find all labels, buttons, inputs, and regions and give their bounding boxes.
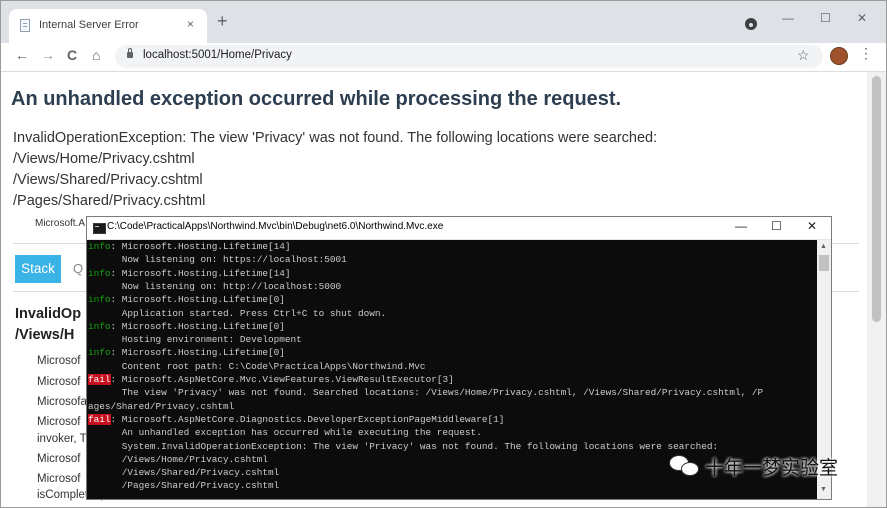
console-line-text: : Microsoft.Hosting.Lifetime[14] [110,267,291,279]
new-tab-icon[interactable]: + [217,12,228,30]
forward-arrow-icon[interactable]: → [41,47,55,63]
scroll-down-icon[interactable]: ▼ [820,486,827,493]
console-line-text: Content root path: C:\Code\PracticalApps… [88,360,426,372]
console-line-text: ages/Shared/Privacy.cshtml [88,400,235,412]
wechat-icon [669,453,699,479]
error-message-line: /Views/Shared/Privacy.cshtml [13,172,203,188]
console-line-text: /Pages/Shared/Privacy.cshtml [88,480,280,492]
console-line: The view 'Privacy' was not found. Search… [88,386,763,399]
browser-toolbar: ← → C ⌂ localhost:5001/Home/Privacy ☆ [1,43,886,72]
console-line-text: /Views/Shared/Privacy.cshtml [88,467,280,479]
console-line: Hosting environment: Development [88,333,302,346]
address-url[interactable]: localhost:5001/Home/Privacy [143,49,292,61]
console-line: info: Microsoft.Hosting.Lifetime[14] [88,240,291,253]
console-line-text: Application started. Press Ctrl+C to shu… [88,307,387,319]
console-line-text: /Views/Home/Privacy.cshtml [88,453,269,465]
user-avatar[interactable] [830,47,848,65]
error-message-line: /Views/Home/Privacy.cshtml [13,151,195,167]
console-line: /Pages/Shared/Privacy.cshtml [88,479,280,492]
stack-frame[interactable]: Microsof [37,355,80,367]
source-location: Microsoft.A [35,218,86,229]
console-line: /Views/Shared/Privacy.cshtml [88,466,280,479]
console-line: info: Microsoft.Hosting.Lifetime[14] [88,267,291,280]
console-level-info: info [88,347,111,359]
console-line-text: : Microsoft.Hosting.Lifetime[0] [110,347,285,359]
console-line-text: System.InvalidOperationException: The vi… [88,440,719,452]
console-maximize-button[interactable]: ☐ [771,219,782,233]
stack-frame[interactable]: Microsof [37,473,80,485]
console-minimize-button[interactable]: — [735,219,747,233]
window-maximize-button[interactable]: ☐ [820,11,831,25]
browser-menu-icon[interactable]: ⋮ [859,45,873,62]
console-line-text: An unhandled exception has occurred whil… [88,427,482,439]
console-line: ages/Shared/Privacy.cshtml [88,400,234,413]
window-minimize-button[interactable]: — [782,11,794,25]
console-app-icon [93,223,106,234]
browser-tab[interactable]: Internal Server Error × [9,9,207,43]
console-line-text: : Microsoft.Hosting.Lifetime[0] [110,320,285,332]
console-line: /Views/Home/Privacy.cshtml [88,453,268,466]
console-scrollbar-thumb[interactable] [819,255,829,271]
profile-indicator-icon[interactable] [745,18,757,30]
console-line: Content root path: C:\Code\PracticalApps… [88,360,426,373]
console-line: info: Microsoft.Hosting.Lifetime[0] [88,293,285,306]
tab-query[interactable]: Q [73,261,83,276]
console-line-text: Now listening on: https://localhost:5001 [88,254,347,266]
console-line-text: : Microsoft.AspNetCore.Mvc.ViewFeatures.… [110,374,454,385]
console-level-fail: fail [88,374,111,385]
page-scrollbar-thumb[interactable] [872,76,881,322]
stack-frame[interactable]: Microsof [37,376,80,388]
page-favicon-icon [20,19,30,32]
screenshot-frame: Internal Server Error × + — ☐ ✕ ← → C ⌂ … [0,0,887,508]
page-scrollbar[interactable] [867,72,886,507]
console-line-text: Now listening on: http://localhost:5000 [88,280,342,292]
address-bar[interactable]: localhost:5001/Home/Privacy ☆ [115,45,823,68]
console-line: Now listening on: http://localhost:5000 [88,280,341,293]
console-line: Application started. Press Ctrl+C to shu… [88,307,386,320]
console-level-info: info [88,241,111,252]
console-level-info: info [88,267,111,279]
console-close-button[interactable]: ✕ [807,219,817,233]
console-line-text: The view 'Privacy' was not found. Search… [88,387,764,399]
lock-icon[interactable] [127,48,133,58]
console-line-text: : Microsoft.Hosting.Lifetime[14] [110,241,291,252]
watermark-text: 十年一梦实验室 [705,456,839,479]
tab-close-icon[interactable]: × [187,17,194,31]
page-title: An unhandled exception occurred while pr… [11,88,622,110]
stack-frame[interactable]: Microsof [37,453,80,465]
console-level-fail: fail [88,413,111,425]
console-line-text: : Microsoft.Hosting.Lifetime[0] [110,294,285,306]
console-level-info: info [88,294,111,306]
browser-tabstrip: Internal Server Error × + — ☐ ✕ [1,1,886,43]
console-line: fail: Microsoft.AspNetCore.Diagnostics.D… [88,413,504,426]
console-level-info: info [88,320,111,332]
console-title: C:\Code\PracticalApps\Northwind.Mvc\bin\… [107,221,444,232]
tab-stack[interactable]: Stack [15,255,61,283]
console-line-text: : Microsoft.AspNetCore.Diagnostics.Devel… [110,413,505,425]
console-line: An unhandled exception has occurred whil… [88,426,482,439]
exception-title: /Views/H [15,327,75,343]
error-message-line: InvalidOperationException: The view 'Pri… [13,130,658,146]
stack-frame[interactable]: invoker, T [37,433,87,445]
home-icon[interactable]: ⌂ [92,47,100,63]
console-line: info: Microsoft.Hosting.Lifetime[0] [88,346,285,359]
console-line-text: Hosting environment: Development [88,334,302,346]
tab-title: Internal Server Error [39,19,139,31]
console-line: info: Microsoft.Hosting.Lifetime[0] [88,320,285,333]
stack-frame[interactable]: Microsof [37,416,80,428]
watermark: 十年一梦实验室 [669,451,838,481]
window-close-button[interactable]: ✕ [857,11,867,25]
console-line: Now listening on: https://localhost:5001 [88,253,347,266]
back-arrow-icon[interactable]: ← [15,47,29,63]
bookmark-star-icon[interactable]: ☆ [797,47,810,64]
error-message-line: /Pages/Shared/Privacy.cshtml [13,193,206,209]
console-line: fail: Microsoft.AspNetCore.Mvc.ViewFeatu… [88,373,454,386]
scroll-up-icon[interactable]: ▲ [820,243,827,250]
reload-icon[interactable]: C [67,47,77,63]
console-line: System.InvalidOperationException: The vi… [88,440,718,453]
exception-title: InvalidOp [15,306,82,322]
console-titlebar[interactable]: C:\Code\PracticalApps\Northwind.Mvc\bin\… [87,217,831,240]
